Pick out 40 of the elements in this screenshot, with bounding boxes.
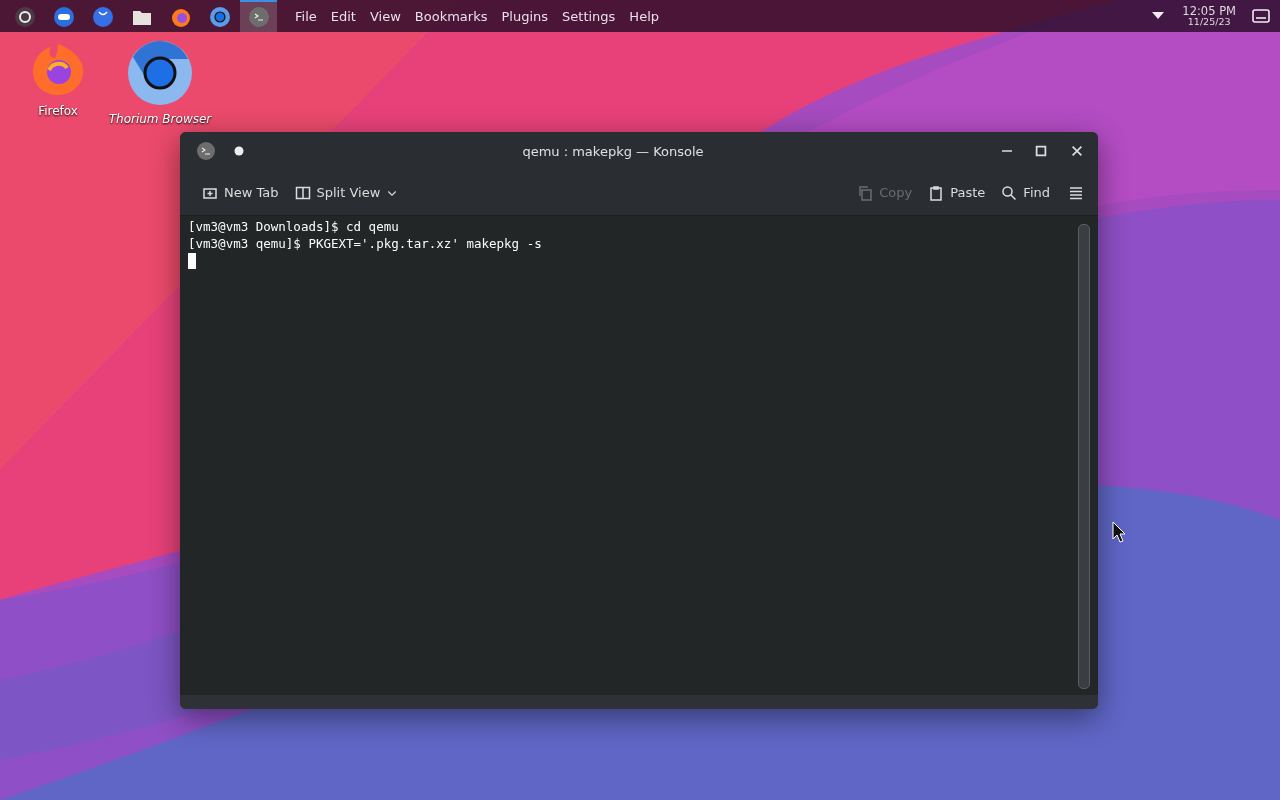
terminal-icon xyxy=(247,6,270,28)
desktop-icon-label[interactable]: Firefox xyxy=(38,104,78,118)
menu-item[interactable]: Help xyxy=(623,8,665,24)
menu-item[interactable]: Settings xyxy=(556,8,622,24)
toolbar-button[interactable]: Paste xyxy=(920,180,994,205)
firefox-icon xyxy=(169,6,192,28)
terminal-line: [vm3@vm3 Downloads]$ cd qemu xyxy=(188,218,400,235)
terminal-line: [vm3@vm3 qemu]$ PKGEXT='.pkg.tar.xz' makepkg -s xyxy=(188,235,543,252)
split-view-icon xyxy=(294,184,311,201)
scrollbar[interactable] xyxy=(1078,224,1090,689)
toolbar-button[interactable]: Split View xyxy=(286,180,407,205)
copy-icon xyxy=(857,184,874,201)
text-cursor xyxy=(188,253,196,269)
clock-date: 11/25/23 xyxy=(1187,17,1231,27)
maximize-icon xyxy=(1034,144,1048,158)
menu-item[interactable]: Plugins xyxy=(495,8,555,24)
folder-icon xyxy=(131,8,152,26)
mouse-pointer-icon xyxy=(1112,521,1126,543)
caret-icon xyxy=(1152,12,1165,20)
menu-item[interactable]: View xyxy=(363,8,407,24)
toolbar-button[interactable]: Find xyxy=(993,180,1058,205)
search-icon xyxy=(1001,184,1018,201)
toggle-icon xyxy=(52,6,75,28)
launcher-icon xyxy=(13,6,36,28)
desktop-icon-label[interactable]: Thorium Browser xyxy=(108,112,212,126)
dot-icon xyxy=(234,146,244,156)
browser-icon xyxy=(208,6,231,28)
browser-icon xyxy=(127,40,193,106)
menu-item[interactable]: Edit xyxy=(324,8,362,24)
window-title: qemu : makepkg — Konsole xyxy=(521,143,705,159)
desktop-icon xyxy=(1252,8,1270,24)
menu-item[interactable]: Bookmarks xyxy=(408,8,494,24)
minimize-icon xyxy=(1002,150,1012,152)
toolbar-button[interactable]: New Tab xyxy=(194,180,287,205)
terminal-icon xyxy=(196,141,216,161)
clock-time: 12:05 PM xyxy=(1182,5,1236,17)
clipboard-icon xyxy=(928,184,945,201)
close-icon xyxy=(1070,144,1084,158)
menu-item[interactable]: File xyxy=(289,8,323,24)
menu-icon xyxy=(1068,184,1084,201)
